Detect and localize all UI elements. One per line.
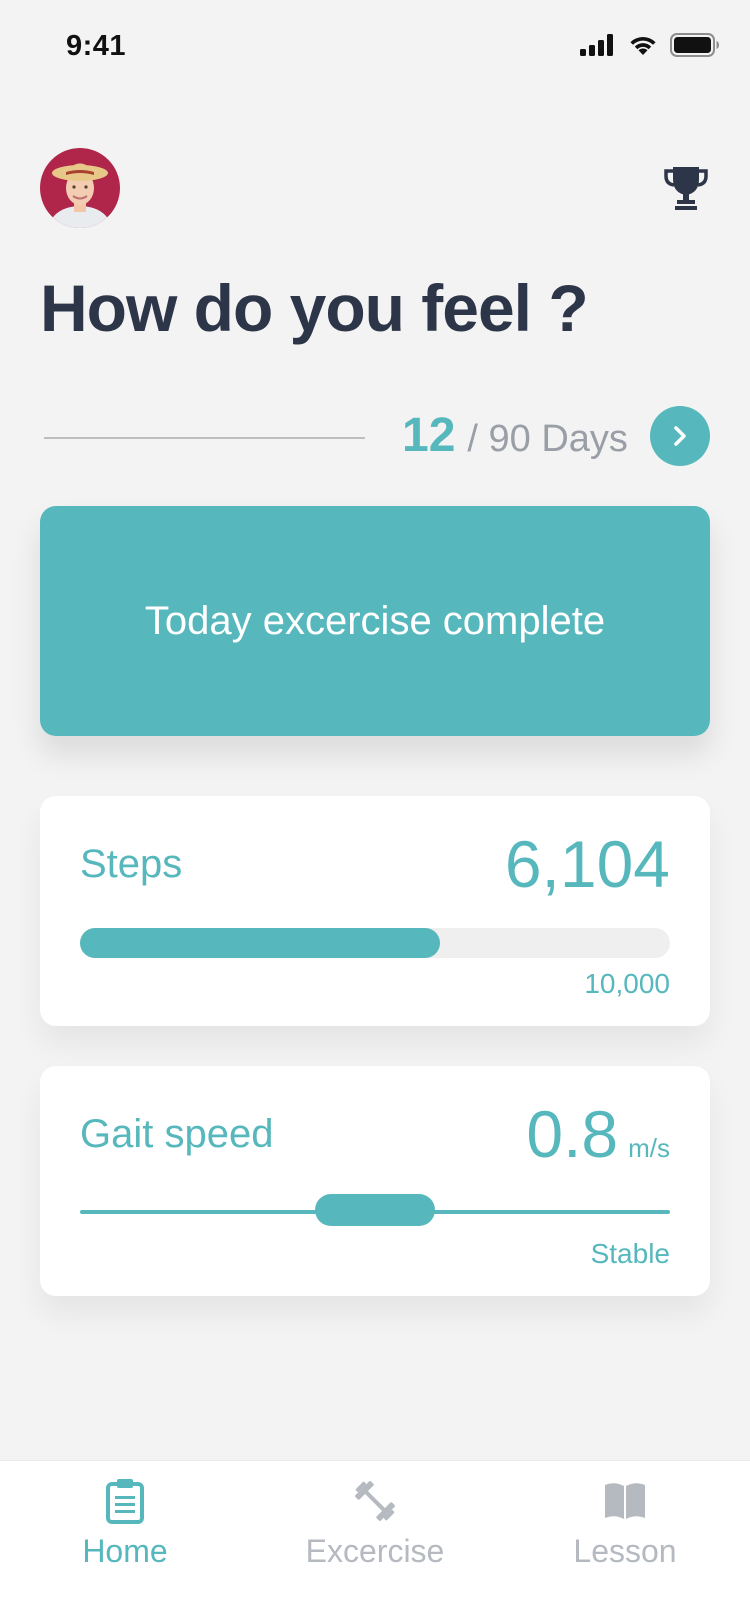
trophy-icon[interactable]	[664, 164, 708, 210]
divider	[44, 437, 365, 439]
next-day-button[interactable]	[650, 406, 710, 466]
battery-icon	[670, 33, 719, 57]
gait-speed-card[interactable]: Gait speed 0.8 m/s Stable	[40, 1066, 710, 1296]
tab-home[interactable]: Home	[0, 1461, 250, 1581]
gait-speed-indicator	[315, 1194, 435, 1226]
home-screen: 9:41 How do you feel ? 12 / 90 Days Toda…	[0, 0, 750, 1624]
avatar[interactable]	[40, 148, 120, 228]
tab-exercise-label: Excercise	[305, 1533, 445, 1569]
gait-speed-unit: m/s	[628, 1133, 670, 1163]
tab-bar: Home Excercise Lesson	[0, 1460, 750, 1624]
chevron-right-icon	[674, 426, 686, 446]
gait-status: Stable	[590, 1238, 670, 1269]
gait-speed-value: 0.8	[526, 1097, 619, 1171]
page-title: How do you feel ?	[40, 271, 589, 345]
gait-speed-label: Gait speed	[80, 1112, 274, 1156]
tab-lesson[interactable]: Lesson	[500, 1461, 750, 1581]
current-day: 12	[402, 409, 456, 462]
exercise-complete-banner[interactable]: Today excercise complete	[40, 506, 710, 736]
banner-text: Today excercise complete	[144, 598, 606, 643]
status-time: 9:41	[66, 30, 127, 62]
gait-speed-value-group: 0.8 m/s	[526, 1096, 670, 1172]
day-counter: 12 / 90 Days	[402, 408, 628, 463]
dumbbell-icon	[353, 1477, 397, 1525]
book-icon	[603, 1477, 647, 1525]
avatar-portrait-icon	[40, 148, 120, 228]
status-icons	[580, 33, 720, 57]
steps-label: Steps	[80, 842, 183, 886]
tab-lesson-label: Lesson	[573, 1533, 677, 1569]
steps-progress-bar	[80, 928, 670, 958]
steps-card[interactable]: Steps 6,104 10,000	[40, 796, 710, 1026]
tab-exercise[interactable]: Excercise	[250, 1461, 500, 1581]
tab-home-label: Home	[82, 1533, 168, 1569]
total-days-label: / 90 Days	[467, 418, 628, 460]
clipboard-icon	[105, 1477, 145, 1525]
steps-progress-fill	[80, 928, 440, 958]
wifi-icon	[630, 36, 656, 55]
status-bar: 9:41	[0, 0, 750, 94]
steps-goal: 10,000	[584, 968, 670, 999]
steps-value: 6,104	[504, 827, 670, 901]
cellular-signal-icon	[580, 34, 613, 56]
